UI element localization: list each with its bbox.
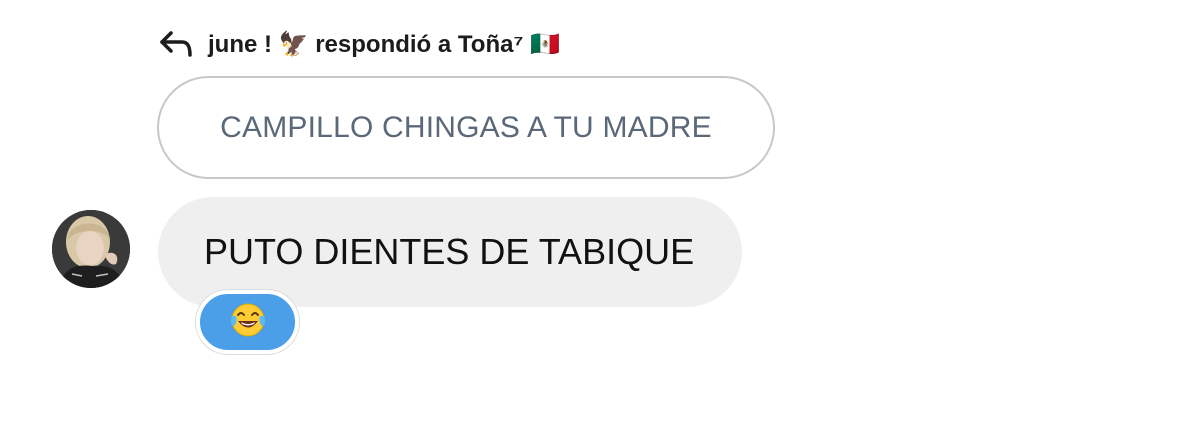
- quoted-message-bubble[interactable]: CAMPILLO CHINGAS A TU MADRE: [157, 76, 775, 179]
- reply-arrow-icon: [158, 29, 194, 59]
- user-avatar[interactable]: [52, 210, 130, 288]
- reaction-badge[interactable]: [196, 290, 299, 354]
- quoted-message-text: CAMPILLO CHINGAS A TU MADRE: [220, 110, 712, 144]
- tears-of-joy-emoji-icon: [228, 300, 268, 345]
- reply-header-text: june ! 🦅 respondió a Toña⁷ 🇲🇽: [208, 30, 560, 58]
- message-text: PUTO DIENTES DE TABIQUE: [204, 231, 695, 272]
- reply-header: june ! 🦅 respondió a Toña⁷ 🇲🇽: [158, 24, 560, 64]
